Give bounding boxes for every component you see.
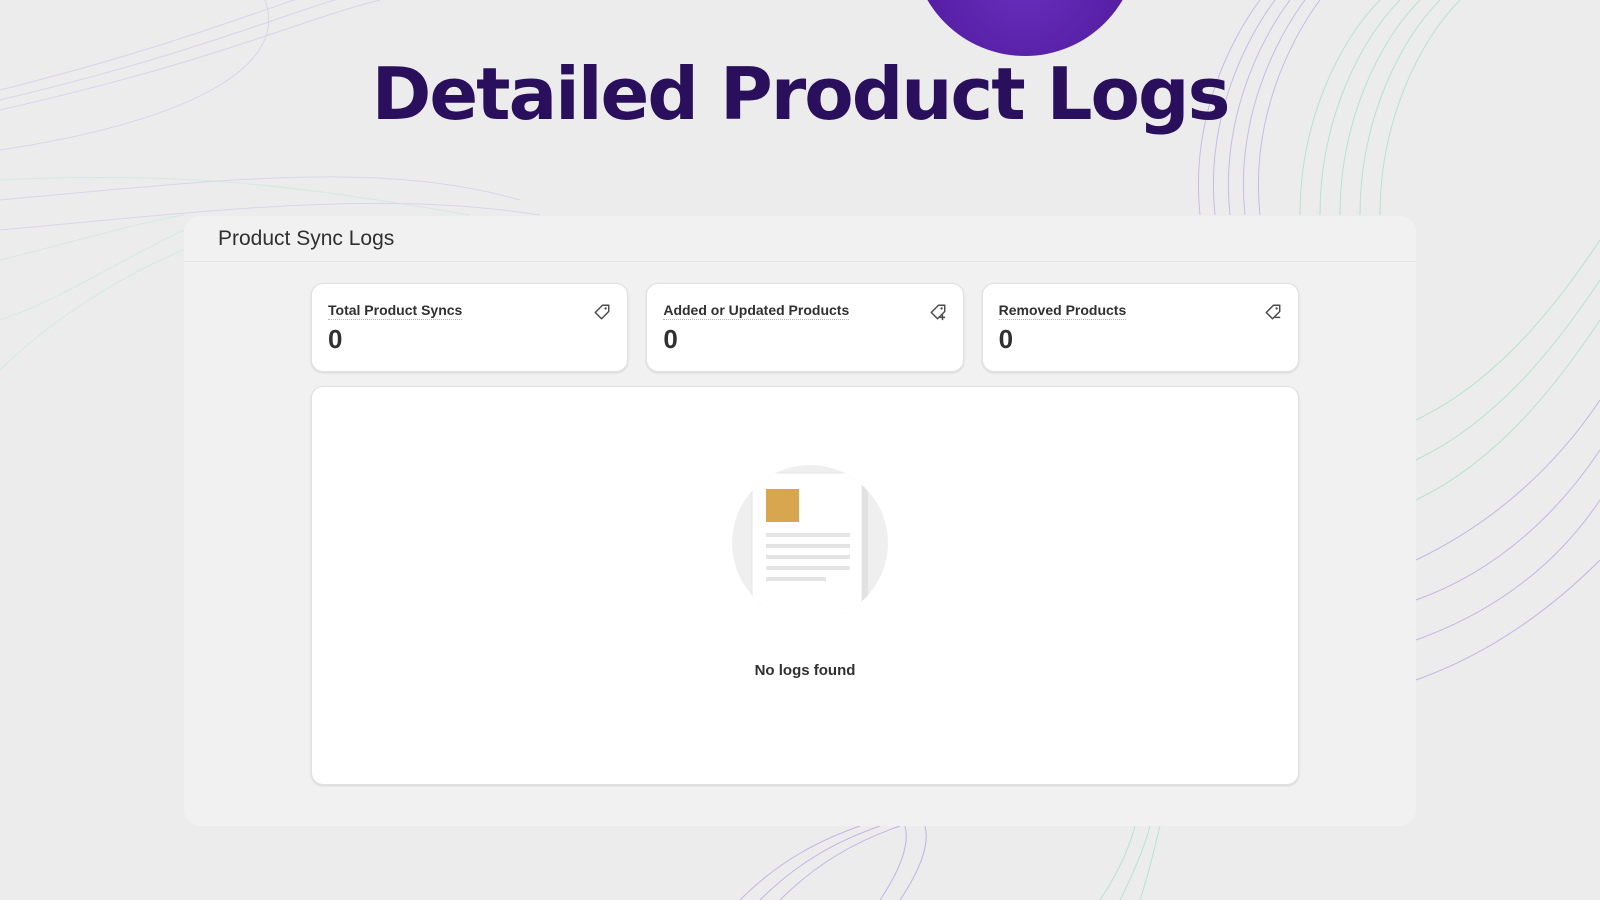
stat-label-total-syncs[interactable]: Total Product Syncs bbox=[328, 302, 463, 320]
stat-value-removed: 0 bbox=[998, 324, 1014, 354]
tag-add-icon bbox=[930, 304, 946, 321]
panel-header: Product Sync Logs bbox=[184, 216, 1416, 262]
hero-title: Detailed Product Logs bbox=[371, 52, 1231, 136]
stat-value-added-updated: 0 bbox=[663, 324, 678, 354]
stat-label-removed[interactable]: Removed Products bbox=[998, 302, 1127, 320]
stat-card-added-updated: Added or Updated Products 0 bbox=[646, 283, 964, 372]
stat-value-total-syncs: 0 bbox=[328, 324, 343, 354]
stat-label-added-updated[interactable]: Added or Updated Products bbox=[663, 302, 850, 320]
stat-card-total-syncs: Total Product Syncs 0 bbox=[311, 283, 629, 372]
logs-card: No logs found bbox=[311, 386, 1299, 785]
panel-title: Product Sync Logs bbox=[218, 226, 395, 250]
stats-row: Total Product Syncs 0 Added or Updated P… bbox=[311, 283, 1299, 372]
tag-remove-icon bbox=[1265, 304, 1281, 320]
empty-state-message: No logs found bbox=[754, 662, 856, 679]
tag-icon bbox=[594, 304, 610, 320]
empty-document-icon bbox=[732, 465, 888, 615]
stat-card-removed: Removed Products 0 bbox=[981, 283, 1299, 372]
product-sync-logs-panel: Product Sync Logs Total Product Syncs 0 … bbox=[184, 216, 1416, 826]
